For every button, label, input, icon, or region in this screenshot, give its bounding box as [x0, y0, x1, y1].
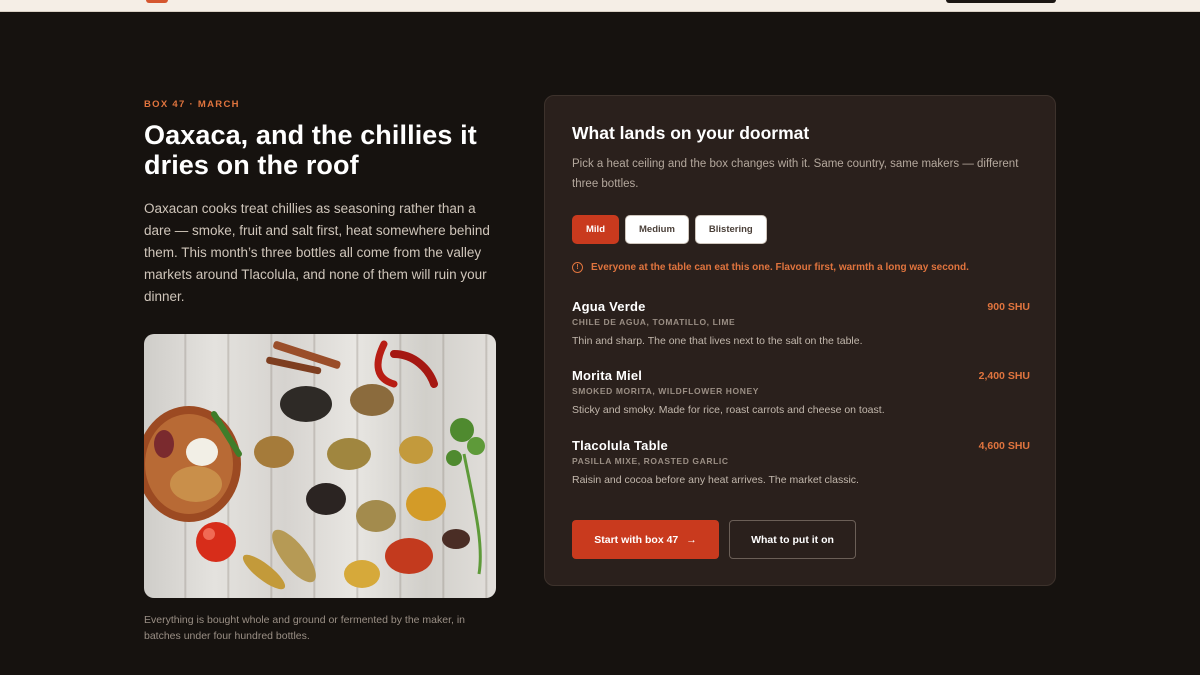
- cta-row: Start with box 47 → What to put it on: [572, 520, 856, 559]
- photo-caption: Everything is bought whole and ground or…: [144, 614, 466, 642]
- sauce-name: Morita Miel: [572, 368, 643, 383]
- box-contents-card: What lands on your doormat Pick a heat c…: [544, 95, 1056, 586]
- spices-photo: [144, 334, 496, 598]
- top-nav-bar: [0, 0, 1200, 12]
- sauce-item: Tlacolula Table 4,600 SHU PASILLA MIXE, …: [572, 438, 1030, 486]
- info-icon: !: [572, 262, 583, 273]
- sauce-name: Tlacolula Table: [572, 438, 668, 453]
- intro-paragraph: Oaxacan cooks treat chillies as seasonin…: [144, 201, 490, 304]
- heat-button-blistering[interactable]: Blistering: [694, 215, 767, 244]
- sauce-heat-rating: 900 SHU: [987, 301, 1030, 313]
- nav-button[interactable]: [946, 0, 1056, 3]
- heat-selector: Mild Medium Blistering: [572, 215, 767, 244]
- sauce-item: Morita Miel 2,400 SHU SMOKED MORITA, WIL…: [572, 368, 1030, 416]
- sauce-ingredients: CHILE DE AGUA, TOMATILLO, LIME: [572, 317, 736, 327]
- arrow-right-icon: →: [686, 533, 697, 546]
- heat-button-mild[interactable]: Mild: [572, 215, 619, 244]
- sauce-heat-rating: 2,400 SHU: [978, 370, 1030, 382]
- sauce-description: Sticky and smoky. Made for rice, roast c…: [572, 404, 885, 416]
- card-subtitle: Pick a heat ceiling and the box changes …: [572, 158, 1019, 190]
- heat-notice-text: Everyone at the table can eat this one. …: [591, 262, 969, 273]
- page-title: Oaxaca, and the chillies it dries on the…: [144, 120, 477, 180]
- box-eyebrow: BOX 47 · MARCH: [144, 99, 240, 110]
- heat-notice: ! Everyone at the table can eat this one…: [572, 262, 969, 273]
- sauce-description: Raisin and cocoa before any heat arrives…: [572, 474, 859, 486]
- sauce-item: Agua Verde 900 SHU CHILE DE AGUA, TOMATI…: [572, 299, 1030, 347]
- sauce-name: Agua Verde: [572, 299, 646, 314]
- sauce-heat-rating: 4,600 SHU: [978, 440, 1030, 452]
- sauce-ingredients: SMOKED MORITA, WILDFLOWER HONEY: [572, 386, 760, 396]
- sauce-description: Thin and sharp. The one that lives next …: [572, 335, 863, 347]
- card-title: What lands on your doormat: [572, 123, 810, 143]
- sauce-ingredients: PASILLA MIXE, ROASTED GARLIC: [572, 456, 729, 466]
- heat-button-medium[interactable]: Medium: [625, 215, 689, 244]
- what-to-put-it-on-button[interactable]: What to put it on: [729, 520, 856, 559]
- start-box-label: Start with box 47: [594, 533, 679, 546]
- start-box-button[interactable]: Start with box 47 →: [572, 520, 719, 559]
- logo[interactable]: [146, 0, 168, 3]
